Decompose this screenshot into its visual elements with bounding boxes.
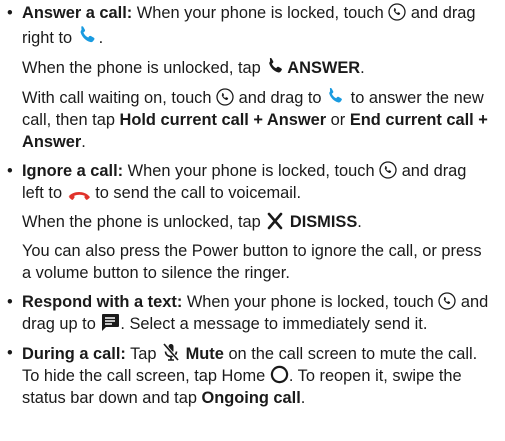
message-icon: [100, 313, 120, 332]
call-circle-icon: [216, 88, 234, 106]
bullet: •: [7, 293, 13, 311]
call-circle-icon: [388, 3, 406, 21]
text: You can also press the Power button to i…: [22, 242, 482, 282]
phone-answer-icon: [326, 86, 346, 106]
call-circle-icon: [379, 161, 397, 179]
answer-unlocked-para: When the phone is unlocked, tap ANSWER.: [6, 56, 491, 79]
instructions-document: • Answer a call: When your phone is lock…: [0, 0, 505, 409]
text: .: [300, 389, 306, 407]
text: When the phone is unlocked, tap: [22, 213, 266, 231]
phone-answer-icon: [77, 24, 99, 46]
answer-call-item: • Answer a call: When your phone is lock…: [6, 2, 491, 49]
respond-text-label: Respond with a text:: [22, 293, 183, 311]
text: to send the call to voicemail.: [90, 184, 302, 202]
hold-answer-label: Hold current call + Answer: [119, 111, 327, 129]
ignore-power-para: You can also press the Power button to i…: [6, 240, 491, 284]
text: .: [81, 133, 86, 151]
respond-text-item: • Respond with a text: When your phone i…: [6, 291, 491, 335]
text: .: [98, 29, 104, 47]
text: When your phone is locked, touch: [182, 293, 439, 311]
text: When the phone is unlocked, tap: [22, 59, 266, 77]
during-call-item: • During a call: Tap Mute on the call sc…: [6, 342, 491, 409]
answer-call-label: Answer a call:: [22, 4, 133, 22]
phone-answer-icon: [265, 56, 287, 76]
dismiss-button-label: DISMISS: [289, 213, 358, 231]
bullet: •: [7, 344, 13, 362]
answer-button-label: ANSWER: [287, 59, 361, 77]
home-circle-icon: [270, 365, 289, 384]
phone-decline-icon: [67, 187, 91, 201]
mute-icon: [161, 342, 181, 362]
text: .: [357, 213, 362, 231]
during-call-label: During a call:: [22, 345, 126, 363]
text: When your phone is locked, touch: [132, 4, 389, 22]
mute-label: Mute: [185, 345, 224, 363]
text: With call waiting on, touch: [22, 89, 217, 107]
text: . Select a message to immediately send i…: [120, 315, 428, 333]
call-circle-icon: [438, 292, 456, 310]
bullet: •: [7, 4, 13, 22]
text: or: [326, 111, 350, 129]
ignore-call-label: Ignore a call:: [22, 162, 124, 180]
text: Tap: [125, 345, 162, 363]
bullet: •: [7, 162, 13, 180]
text: and drag to: [234, 89, 327, 107]
answer-waiting-para: With call waiting on, touch and drag to …: [6, 86, 491, 153]
close-x-icon: [265, 212, 285, 230]
ongoing-call-label: Ongoing call: [201, 389, 301, 407]
ignore-call-item: • Ignore a call: When your phone is lock…: [6, 160, 491, 204]
text: .: [360, 59, 365, 77]
ignore-unlocked-para: When the phone is unlocked, tap DISMISS.: [6, 211, 491, 233]
text: When your phone is locked, touch: [123, 162, 380, 180]
